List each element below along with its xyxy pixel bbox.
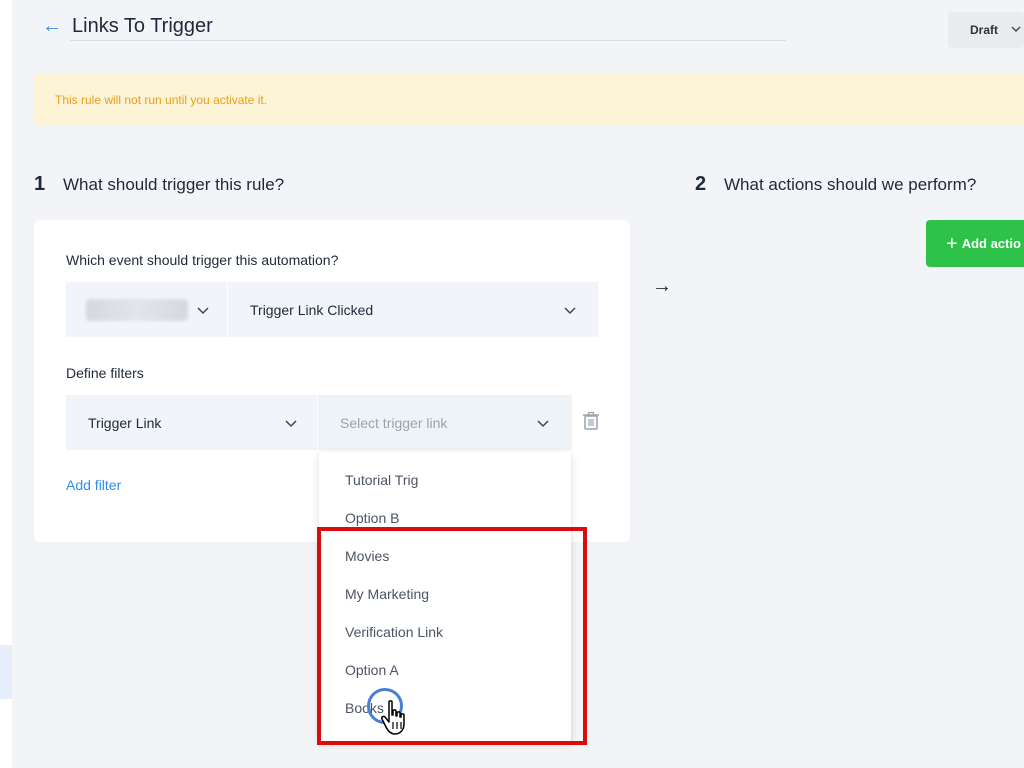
delete-filter-trash-icon[interactable]	[582, 411, 600, 431]
dropdown-option[interactable]: My Marketing	[345, 585, 429, 603]
chevron-down-icon	[536, 416, 550, 430]
title-underline	[70, 40, 786, 41]
event-label: Which event should trigger this automati…	[66, 252, 339, 268]
filter-field-value: Trigger Link	[88, 414, 162, 431]
plus-icon: +	[946, 232, 958, 255]
add-filter-link[interactable]: Add filter	[66, 477, 121, 493]
inactive-rule-banner: This rule will not run until you activat…	[34, 73, 1024, 126]
dropdown-option[interactable]: Movies	[345, 547, 389, 565]
chevron-down-icon	[196, 303, 210, 317]
chevron-down-icon	[563, 303, 577, 317]
step-1-number: 1	[34, 173, 46, 195]
chevron-down-icon	[284, 416, 298, 430]
status-select-value: Draft	[970, 23, 999, 37]
banner-text: This rule will not run until you activat…	[55, 92, 268, 107]
filter-value-placeholder: Select trigger link	[340, 414, 448, 431]
status-select[interactable]: Draft	[948, 12, 1024, 48]
integration-select[interactable]	[66, 282, 227, 337]
step-1-title: What should trigger this rule?	[63, 175, 285, 194]
event-select-value: Trigger Link Clicked	[250, 301, 374, 318]
dropdown-option[interactable]: Option A	[345, 661, 399, 679]
chevron-down-icon	[1010, 23, 1024, 37]
integration-logo-blurred	[86, 298, 188, 321]
add-action-label: Add actio	[961, 236, 1021, 251]
left-sidebar-active-item[interactable]	[0, 645, 12, 699]
step-2-title: What actions should we perform?	[724, 175, 977, 194]
filter-field-select[interactable]: Trigger Link	[66, 395, 317, 450]
filters-label: Define filters	[66, 365, 144, 381]
filter-value-select[interactable]: Select trigger link	[318, 395, 572, 450]
dropdown-option[interactable]: Option B	[345, 509, 399, 527]
step-2-number: 2	[695, 173, 707, 195]
back-arrow-icon[interactable]: ←	[42, 14, 62, 38]
event-select[interactable]: Trigger Link Clicked	[228, 282, 598, 337]
dropdown-option[interactable]: Books	[345, 699, 384, 717]
add-action-button[interactable]: + Add actio	[926, 220, 1024, 267]
flow-arrow-icon: →	[652, 275, 672, 297]
dropdown-option[interactable]: Tutorial Trig	[345, 471, 418, 489]
rule-title[interactable]: Links To Trigger	[72, 14, 213, 38]
trigger-link-dropdown: Tutorial Trig Option B Movies My Marketi…	[319, 452, 571, 742]
dropdown-option[interactable]: Verification Link	[345, 623, 443, 641]
